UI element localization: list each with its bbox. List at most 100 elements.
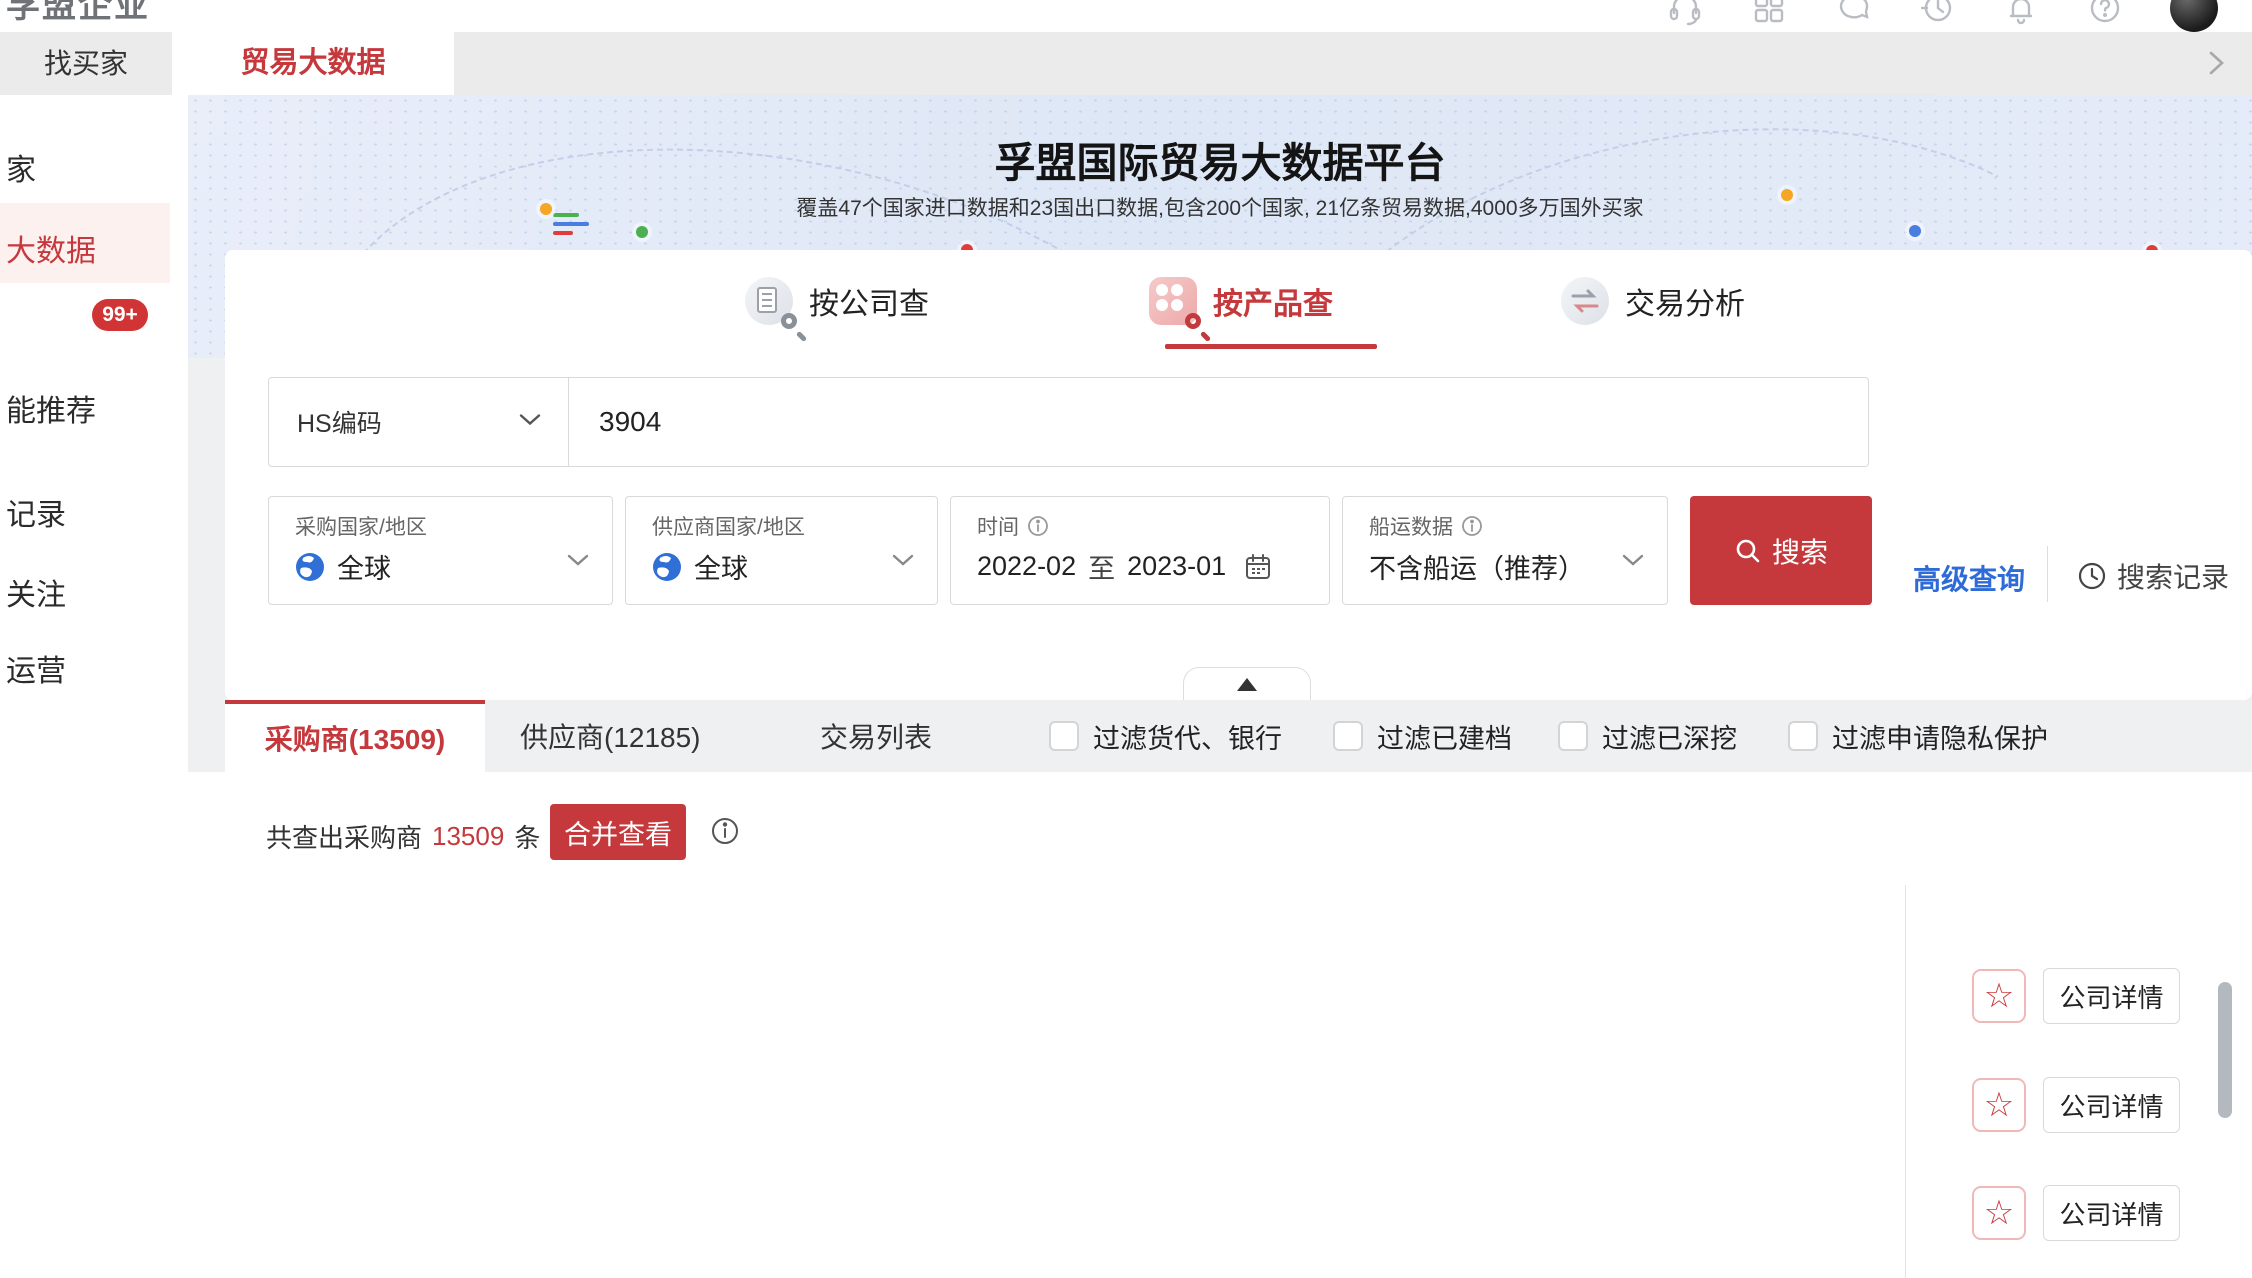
buyer-country-filter[interactable]: 采购国家/地区 全球: [268, 496, 613, 605]
results-tab-suppliers[interactable]: 供应商(12185): [520, 700, 701, 772]
apps-grid-icon[interactable]: [1750, 0, 1788, 27]
search-box: HS编码 3904: [268, 377, 1869, 467]
app-window: 孚盟企业 找买家 贸易大数据 孚盟国际贸易大数据平台 覆盖47个国家进口: [0, 0, 2252, 1278]
divider: [2047, 546, 2048, 602]
summary-count: 13509: [432, 821, 504, 852]
results-tab-buyers[interactable]: 采购商(13509): [225, 700, 485, 772]
tab-find-buyers[interactable]: 找买家: [0, 32, 172, 95]
banner-subtitle: 覆盖47个国家进口数据和23国出口数据,包含200个国家, 21亿条贸易数据,4…: [188, 192, 2252, 222]
info-icon: [1461, 515, 1483, 537]
top-icon-group: [1666, 0, 2218, 32]
favorite-star-button[interactable]: ☆: [1972, 969, 2026, 1023]
app-logo: 孚盟企业: [6, 0, 150, 27]
top-bar: 孚盟企业: [0, 0, 2252, 32]
results-summary: 共查出采购商 13509 条: [266, 818, 540, 855]
chevron-down-icon: [891, 553, 915, 572]
tab-trade-bigdata[interactable]: 贸易大数据: [172, 32, 454, 95]
sidebar-item-records[interactable]: 记录: [6, 490, 66, 534]
tab-label: 交易分析: [1625, 279, 1745, 323]
sidebar-item-following[interactable]: 关注: [6, 570, 66, 614]
globe-icon: [295, 552, 325, 582]
favorite-star-button[interactable]: ☆: [1972, 1186, 2026, 1240]
date-to[interactable]: 2023-01: [1127, 551, 1226, 582]
filter-label: 船运数据: [1369, 511, 1453, 541]
chevron-down-icon: [566, 553, 590, 572]
date-from[interactable]: 2022-02: [977, 551, 1076, 582]
sidebar-item-smart-recommend[interactable]: 能推荐: [6, 386, 96, 430]
filter-label: 采购国家/地区: [295, 511, 427, 541]
filter-value: 不含船运（推荐）: [1369, 547, 1585, 586]
banner-title: 孚盟国际贸易大数据平台: [188, 129, 2252, 189]
checkbox[interactable]: [1049, 721, 1079, 751]
user-avatar[interactable]: [2170, 0, 2218, 32]
search-icon: [1734, 537, 1762, 565]
checkbox[interactable]: [1558, 721, 1588, 751]
info-icon: [1027, 515, 1049, 537]
left-sidebar: 家 大数据 能推荐 99+ 记录 关注 运营: [0, 95, 188, 1278]
search-button[interactable]: 搜索: [1690, 496, 1872, 605]
bell-icon[interactable]: [2002, 0, 2040, 27]
help-icon[interactable]: [2086, 0, 2124, 27]
results-tab-label: 供应商(12185): [520, 716, 701, 756]
tab-label: 按公司查: [809, 279, 929, 323]
time-range-filter[interactable]: 时间 2022-02 至 2023-01: [950, 496, 1330, 605]
clock-icon: [2077, 561, 2107, 591]
results-tab-label: 交易列表: [820, 716, 932, 756]
shipping-data-filter[interactable]: 船运数据 不含船运（推荐）: [1342, 496, 1668, 605]
tab-search-by-product[interactable]: 按产品查: [1149, 270, 1333, 332]
sidebar-item-operations[interactable]: 运营: [6, 646, 66, 690]
vertical-scrollbar[interactable]: [2218, 982, 2232, 1118]
chat-icon[interactable]: [1834, 0, 1872, 27]
filter-value: 全球: [694, 547, 748, 586]
company-detail-button[interactable]: 公司详情: [2043, 968, 2180, 1024]
search-card: 按公司查 按产品查 交易分析 HS编码 3904 采购: [225, 250, 2252, 700]
merge-button-label: 合并查看: [564, 813, 672, 852]
search-field-selector[interactable]: HS编码: [269, 378, 569, 466]
sidebar-item-find-buyers[interactable]: 家: [6, 145, 36, 189]
filter-label: 时间: [977, 511, 1019, 541]
results-tab-label: 采购商(13509): [265, 718, 446, 758]
company-detail-button[interactable]: 公司详情: [2043, 1185, 2180, 1241]
checkbox[interactable]: [1788, 721, 1818, 751]
history-clock-icon[interactable]: [1918, 0, 1956, 27]
supplier-country-filter[interactable]: 供应商国家/地区 全球: [625, 496, 938, 605]
summary-prefix: 共查出采购商: [266, 818, 422, 855]
sidebar-item-trade-bigdata[interactable]: 大数据: [6, 226, 96, 270]
results-tab-transactions[interactable]: 交易列表: [820, 700, 932, 772]
action-column-divider: [1905, 885, 1906, 1278]
company-detail-button[interactable]: 公司详情: [2043, 1077, 2180, 1133]
field-selector-label: HS编码: [297, 404, 382, 440]
notification-badge: 99+: [92, 299, 148, 331]
checkbox-label: 过滤申请隐私保护: [1832, 717, 2048, 756]
collapse-panel-button[interactable]: [1183, 667, 1311, 700]
active-tab-underline: [1165, 344, 1377, 349]
filter-checkbox-archived[interactable]: 过滤已建档: [1333, 700, 1512, 772]
filter-label: 供应商国家/地区: [652, 511, 805, 541]
tab-search-by-company[interactable]: 按公司查: [745, 270, 929, 332]
filter-checkbox-forwarders[interactable]: 过滤货代、银行: [1049, 700, 1282, 772]
company-search-icon: [745, 277, 793, 325]
triangle-up-icon: [1237, 678, 1257, 691]
date-separator: 至: [1088, 547, 1115, 586]
filter-checkbox-privacy[interactable]: 过滤申请隐私保护: [1788, 700, 2048, 772]
favorite-star-button[interactable]: ☆: [1972, 1078, 2026, 1132]
chevron-right-icon[interactable]: [2198, 45, 2234, 86]
search-input[interactable]: 3904: [599, 406, 661, 438]
checkbox[interactable]: [1333, 721, 1363, 751]
info-icon[interactable]: [710, 816, 740, 851]
search-history-link[interactable]: 搜索记录: [2077, 556, 2229, 596]
merge-view-button[interactable]: 合并查看: [550, 804, 686, 860]
filter-value: 全球: [337, 547, 391, 586]
calendar-icon: [1244, 553, 1272, 581]
search-history-label: 搜索记录: [2117, 556, 2229, 596]
headset-icon[interactable]: [1666, 0, 1704, 27]
product-search-icon: [1149, 277, 1197, 325]
chevron-down-icon: [518, 413, 542, 432]
tab-trade-analysis[interactable]: 交易分析: [1561, 270, 1745, 332]
advanced-query-link[interactable]: 高级查询: [1913, 558, 2025, 598]
page-tab-strip: 找买家 贸易大数据: [0, 32, 2252, 95]
globe-icon: [652, 552, 682, 582]
map-dot: [636, 226, 648, 238]
filter-checkbox-mined[interactable]: 过滤已深挖: [1558, 700, 1737, 772]
checkbox-label: 过滤已建档: [1377, 717, 1512, 756]
